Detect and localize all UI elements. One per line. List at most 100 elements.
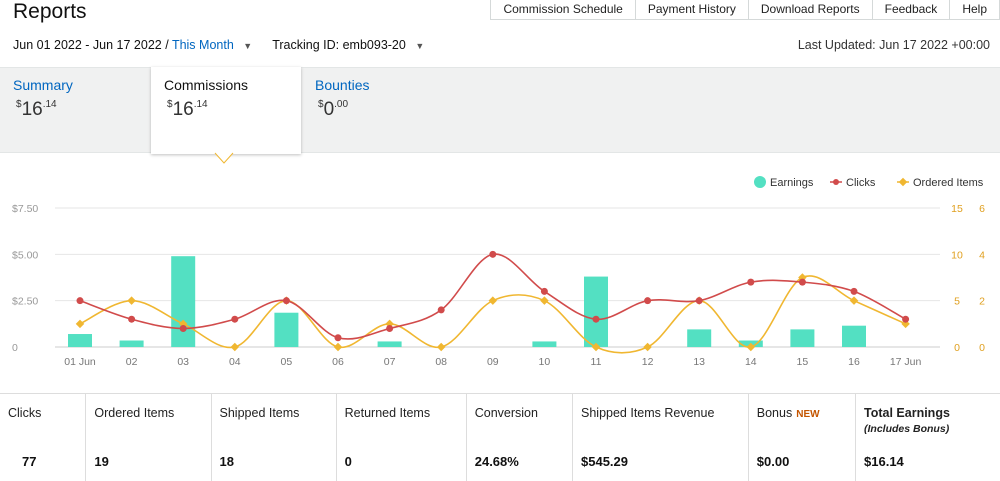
legend-label: Earnings (770, 177, 814, 189)
tracking-id-selector[interactable]: Tracking ID: emb093-20 ▼ (272, 38, 424, 52)
earnings-bar (842, 325, 866, 347)
ordered-items-point (75, 319, 85, 329)
right-axis-tick-orders: 2 (979, 296, 985, 308)
clicks-point (850, 287, 858, 295)
ordered-items-point (849, 296, 859, 305)
chart-lines (75, 250, 910, 354)
x-axis-tick: 05 (281, 356, 293, 368)
chevron-down-icon: ▼ (415, 41, 425, 51)
summary-amount: $16.14 (16, 99, 57, 120)
tab-payment-history[interactable]: Payment History (635, 0, 749, 20)
x-axis-tick: 12 (642, 356, 654, 368)
stat-shipped-items: Shipped Items 18 (212, 394, 337, 481)
x-axis-tick: 10 (539, 356, 551, 368)
left-axis-tick: 0 (12, 342, 18, 354)
bounties-amount: $0.00 (318, 99, 349, 120)
period-link[interactable]: This Month (172, 38, 234, 52)
clicks-point (747, 278, 755, 286)
ordered-items-point (488, 296, 498, 305)
x-axis-tick: 11 (591, 356, 602, 368)
tab-commission-schedule[interactable]: Commission Schedule (490, 0, 636, 20)
commissions-tab-label: Commissions (164, 77, 249, 93)
clicks-point (540, 287, 548, 295)
top-navigation: Commission Schedule Payment History Down… (490, 0, 1000, 20)
x-axis-tick: 15 (797, 356, 809, 368)
earnings-bar (68, 334, 92, 347)
stat-value: $16.14 (864, 454, 904, 469)
left-axis-tick: $2.50 (12, 296, 38, 308)
last-updated: Last Updated: Jun 17 2022 +00:00 (797, 38, 990, 52)
stat-label: Total Earnings (Includes Bonus) (864, 406, 950, 435)
clicks-point (76, 297, 84, 305)
right-axis-tick-orders: 0 (979, 342, 985, 354)
legend-label: Ordered Items (913, 177, 984, 189)
stat-label: Shipped Items (219, 406, 300, 420)
stat-label: Bonus NEW (756, 406, 820, 420)
legend-label: Clicks (846, 177, 876, 189)
x-axis-tick: 13 (693, 356, 705, 368)
right-axis-tick-clicks: 0 (954, 342, 960, 354)
stats-bar: Clicks 77 Ordered Items 19 Shipped Items… (0, 393, 1000, 481)
stat-total-earnings: Total Earnings (Includes Bonus) $16.14 (856, 394, 1000, 481)
stat-value: 18 (219, 454, 234, 469)
stat-label: Conversion (474, 406, 538, 420)
stat-label: Shipped Items Revenue (581, 406, 715, 420)
stat-conversion: Conversion 24.68% (467, 394, 573, 481)
chart-legend: Earnings Clicks Ordered Items (754, 176, 984, 189)
stat-label: Clicks (8, 406, 42, 420)
x-axis-tick: 07 (384, 356, 396, 368)
x-axis-tick: 09 (487, 356, 499, 368)
stat-shipped-revenue: Shipped Items Revenue $545.29 (573, 394, 749, 481)
legend-earnings-icon (754, 176, 766, 188)
tab-help[interactable]: Help (950, 0, 1000, 20)
legend-clicks-icon (833, 179, 839, 185)
tab-download-reports[interactable]: Download Reports (748, 0, 873, 20)
date-range-selector[interactable]: Jun 01 2022 - Jun 17 2022 / This Month ▼ (13, 38, 252, 52)
stat-label: Ordered Items (94, 406, 175, 420)
stat-note: (Includes Bonus) (864, 423, 950, 435)
clicks-point (798, 278, 806, 286)
right-axis-tick-orders: 6 (979, 203, 985, 215)
stat-value: 19 (94, 454, 109, 469)
stat-returned-items: Returned Items 0 (337, 394, 467, 481)
clicks-point (179, 324, 187, 332)
chevron-down-icon: ▼ (243, 41, 253, 51)
right-axis-tick-clicks: 10 (951, 249, 963, 261)
x-axis-tick: 02 (126, 356, 138, 368)
ordered-items-point (230, 342, 240, 352)
left-axis-tick: $5.00 (12, 249, 38, 261)
filter-bar: Jun 01 2022 - Jun 17 2022 / This Month ▼… (13, 38, 424, 52)
earnings-bar (274, 312, 299, 347)
bounties-tab[interactable]: Bounties $0.00 (302, 67, 452, 151)
clicks-point (128, 315, 136, 323)
tab-feedback[interactable]: Feedback (872, 0, 951, 20)
tracking-id-label: Tracking ID: (272, 38, 340, 52)
clicks-point (282, 297, 290, 305)
x-axis-tick: 06 (332, 356, 344, 368)
clicks-point (644, 297, 652, 305)
date-range-text: Jun 01 2022 - Jun 17 2022 / (13, 38, 169, 52)
stat-value: 0 (344, 454, 352, 469)
x-axis-tick: 04 (229, 356, 241, 368)
bounties-tab-label: Bounties (315, 77, 370, 93)
ordered-items-line (79, 275, 906, 354)
commissions-amount: $16.14 (167, 99, 208, 120)
stat-bonus: Bonus NEW $0.00 (749, 394, 857, 481)
x-axis-tick: 14 (745, 356, 757, 368)
right-axis-tick-clicks: 5 (954, 296, 960, 308)
commissions-tab[interactable]: Commissions $16.14 (151, 67, 301, 154)
stat-value: 24.68% (474, 454, 519, 469)
stat-value: 77 (22, 454, 37, 469)
stat-value: $545.29 (581, 454, 628, 469)
summary-tab[interactable]: Summary $16.14 (0, 67, 150, 151)
earnings-bar (687, 329, 712, 347)
right-axis-tick-orders: 4 (979, 249, 985, 261)
clicks-point (489, 250, 497, 258)
earnings-bar (584, 276, 608, 347)
x-axis-tick: 17 Jun (890, 356, 922, 368)
ordered-items-point (436, 342, 446, 352)
summary-band (0, 67, 1000, 153)
earnings-chart: Earnings Clicks Ordered Items $7.50 15 6 $5.0… (12, 176, 985, 368)
clicks-point (334, 334, 342, 342)
left-axis-tick: $7.50 (12, 203, 38, 215)
